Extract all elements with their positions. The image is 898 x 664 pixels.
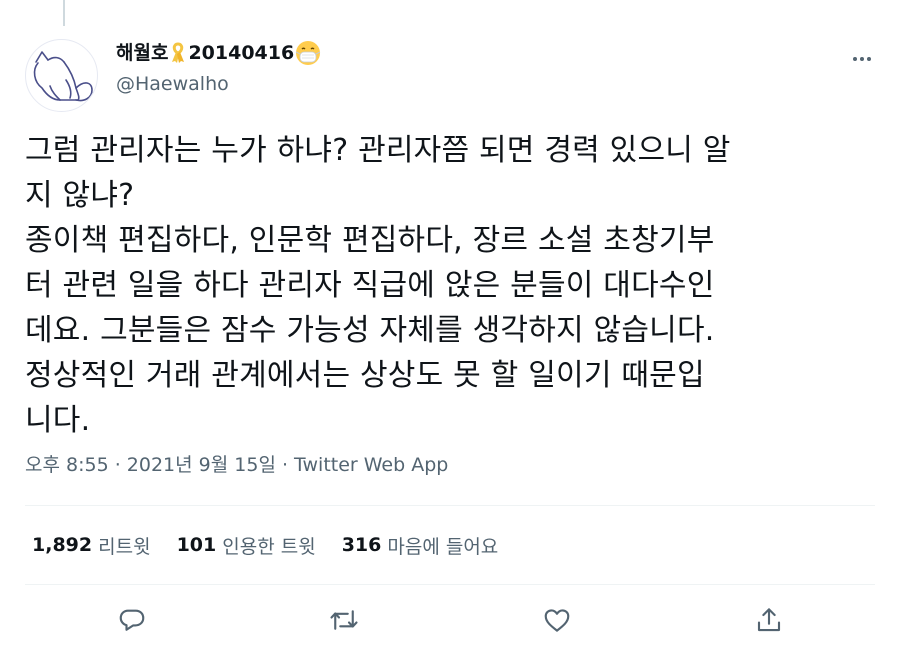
author-handle[interactable]: @Haewalho (116, 70, 321, 98)
tweet-text-line: 종이책 편집하다, 인문학 편집하다, 장르 소설 초창기부 (25, 223, 715, 258)
retweets-count: 1,892 (32, 534, 93, 556)
quotes-label: 인용한 트윗 (222, 535, 316, 558)
retweet-button[interactable] (326, 602, 362, 638)
author-display-name[interactable]: 해월호 20140416 (116, 40, 321, 66)
more-horizontal-icon-dot (860, 57, 864, 61)
heart-icon (544, 609, 570, 632)
tweet-text-line: 터 관련 일을 하다 관리자 직급에 앉은 분들이 대다수인 (25, 268, 715, 303)
tweet-text-line: 니다. (25, 403, 91, 438)
tweet-text-line: 정상적인 거래 관계에서는 상상도 못 할 일이기 때문입 (25, 358, 705, 393)
share-icon (757, 608, 781, 632)
tweet-text-line: 그럼 관리자는 누가 하냐? 관리자쯤 되면 경력 있으니 알 (25, 133, 731, 168)
avatar-cat-drawing (33, 51, 93, 102)
more-horizontal-icon-dot (853, 57, 857, 61)
more-horizontal-icon-dot (867, 57, 871, 61)
yellow-ribbon-icon (169, 42, 187, 64)
quotes-count: 101 (176, 534, 217, 556)
tweet-header: 해월호 20140416 @Haewalho (25, 36, 875, 112)
likes-count: 316 (341, 534, 382, 556)
more-options-button[interactable] (849, 46, 875, 72)
retweets-label: 리트윗 (98, 535, 151, 558)
likes-stat[interactable]: 316 마음에 들어요 (342, 532, 499, 559)
avatar[interactable] (25, 39, 98, 112)
like-button[interactable] (539, 602, 575, 638)
tweet-text-line: 데요. 그분들은 잠수 가능성 자체를 생각하지 않습니다. (25, 313, 715, 348)
reply-icon (119, 609, 145, 631)
retweet-icon (330, 610, 358, 630)
retweets-stat[interactable]: 1,892 리트윗 (32, 532, 151, 559)
likes-label: 마음에 들어요 (387, 535, 499, 558)
tweet-stats: 1,892 리트윗 101 인용한 트윗 316 마음에 들어요 (32, 528, 524, 562)
share-button[interactable] (751, 602, 787, 638)
display-name-text: 해월호 (116, 42, 169, 64)
author-names: 해월호 20140416 @Haewalho (116, 40, 321, 98)
divider (25, 505, 875, 506)
tweet-text: 그럼 관리자는 누가 하냐? 관리자쯤 되면 경력 있으니 알지 않냐? 종이책 … (25, 128, 885, 443)
tweet-timestamp[interactable]: 오후 8:55 · 2021년 9월 15일 · Twitter Web App (25, 450, 448, 480)
divider (25, 584, 875, 585)
face-with-mask-emoji (295, 40, 321, 66)
quote-tweets-stat[interactable]: 101 인용한 트윗 (177, 532, 316, 559)
tweet-actions (25, 596, 875, 644)
display-name-suffix: 20140416 (188, 42, 295, 64)
reply-button[interactable] (114, 602, 150, 638)
thread-connector-line (63, 0, 65, 26)
tweet-text-line: 지 않냐? (25, 178, 135, 213)
